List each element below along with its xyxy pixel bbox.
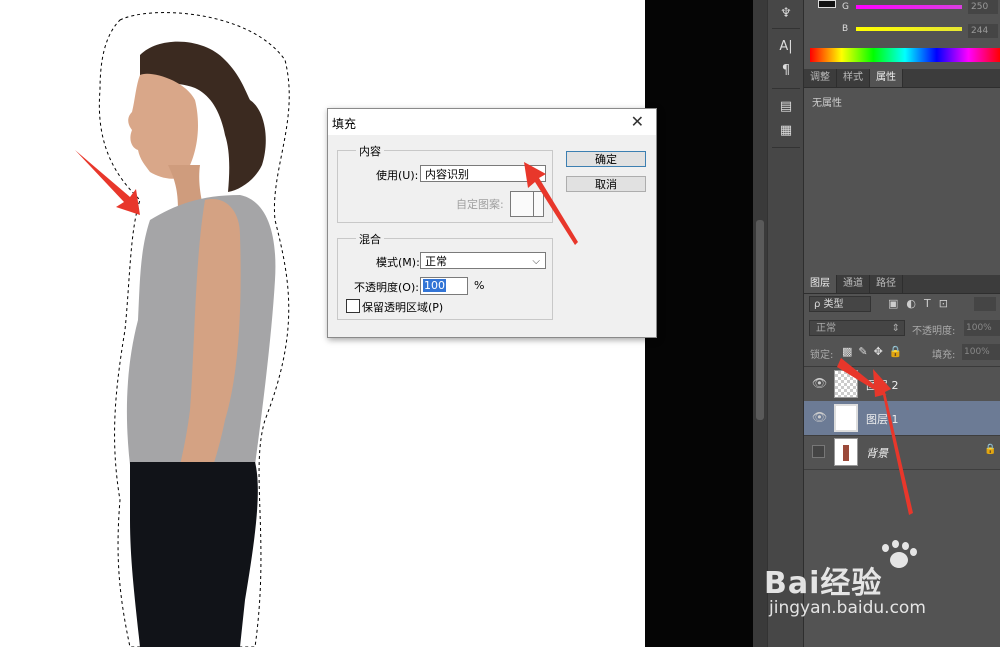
opacity-unit: % [474,279,485,292]
notes-icon[interactable]: ▦ [774,121,798,141]
close-icon[interactable]: ✕ [631,112,644,131]
b-channel-label: B [842,24,849,34]
layer-filter-icons[interactable]: ▣◐T⊡ [888,297,956,310]
character-icon[interactable]: A| [774,37,798,57]
g-channel-slider[interactable] [856,5,962,9]
custom-pattern-label: 自定图案: [456,198,504,211]
opacity-label: 不透明度(O): [354,281,419,294]
mode-select[interactable]: 正常 ⌵ [420,252,546,269]
eye-icon[interactable]: 👁 [812,410,827,424]
tab-layers[interactable]: 图层 [804,275,837,293]
dialog-title: 填充 [332,117,357,131]
tab-channels[interactable]: 通道 [837,275,870,293]
opacity-input-value: 100 [423,279,446,292]
right-panels: G 250 B 244 调整 样式 属性 无属性 图层 通道 路径 ρ 类型 ▣… [764,0,1000,647]
b-channel-slider[interactable] [856,27,962,31]
g-channel-label: G [842,2,849,12]
tab-styles[interactable]: 样式 [837,69,870,87]
annotation-arrow-layers [837,358,913,515]
layer-comps-icon[interactable]: ▤ [774,97,798,117]
properties-tab-row: 调整 样式 属性 [804,69,1000,88]
g-channel-value[interactable]: 250 [968,0,998,14]
fill-dialog: 填充 ✕ 内容 使用(U): 内容识别 ⌵ 自定图案: 混合 模式(M): 正常… [327,108,657,338]
fill-label: 填充: [932,350,956,361]
blend-mode-select[interactable]: 正常 ⇕ [809,320,905,336]
use-label: 使用(U): [376,169,419,182]
preserve-transparency-checkbox[interactable] [346,299,360,313]
tab-properties[interactable]: 属性 [870,69,903,87]
eye-icon[interactable]: 👁 [812,376,827,390]
paragraph-icon[interactable]: ¶ [774,61,798,81]
tab-adjustments[interactable]: 调整 [804,69,837,87]
properties-empty-text: 无属性 [812,98,842,109]
visibility-toggle-off[interactable] [812,445,825,458]
panel-icon-dock: ♆ A| ¶ ▤ ▦ [767,0,804,647]
watermark-url: jingyan.baidu.com [769,598,926,618]
b-channel-value[interactable]: 244 [968,24,998,38]
opacity-input[interactable]: 100% [964,320,1000,336]
layers-tab-row: 图层 通道 路径 [804,275,1000,294]
content-group-label: 内容 [356,143,384,159]
layer-filter-select[interactable]: ρ 类型 [809,296,871,312]
filter-toggle[interactable] [974,297,996,311]
opacity-input[interactable]: 100 [420,277,468,295]
foreground-swatch[interactable] [818,0,836,8]
fill-input[interactable]: 100% [962,344,1000,360]
lock-label: 锁定: [810,350,834,361]
blend-group-label: 混合 [356,231,384,247]
scrollbar-thumb[interactable] [756,220,764,420]
lock-icon: 🔒 [984,444,997,455]
blend-group: 混合 模式(M): 正常 ⌵ 不透明度(O): 100 % 保留透明区域(P) [337,231,553,320]
annotation-arrow-left [75,150,140,215]
chevron-updown-icon: ⇕ [891,323,900,334]
color-spectrum-bar[interactable] [810,48,1000,62]
brush-presets-icon[interactable]: ♆ [774,4,798,24]
chevron-down-icon: ⌵ [532,256,540,267]
tab-paths[interactable]: 路径 [870,275,903,293]
use-select-value: 内容识别 [425,168,469,181]
workspace-background [645,0,753,647]
mode-label: 模式(M): [376,256,420,269]
blend-mode-value: 正常 [816,323,836,334]
mode-select-value: 正常 [425,255,447,268]
preserve-transparency-label: 保留透明区域(P) [362,301,444,314]
opacity-label: 不透明度: [912,326,956,337]
dialog-titlebar[interactable]: 填充 ✕ [328,109,656,135]
watermark-brand: Bai经验 [764,566,883,601]
annotation-arrow-dialog [524,162,578,245]
